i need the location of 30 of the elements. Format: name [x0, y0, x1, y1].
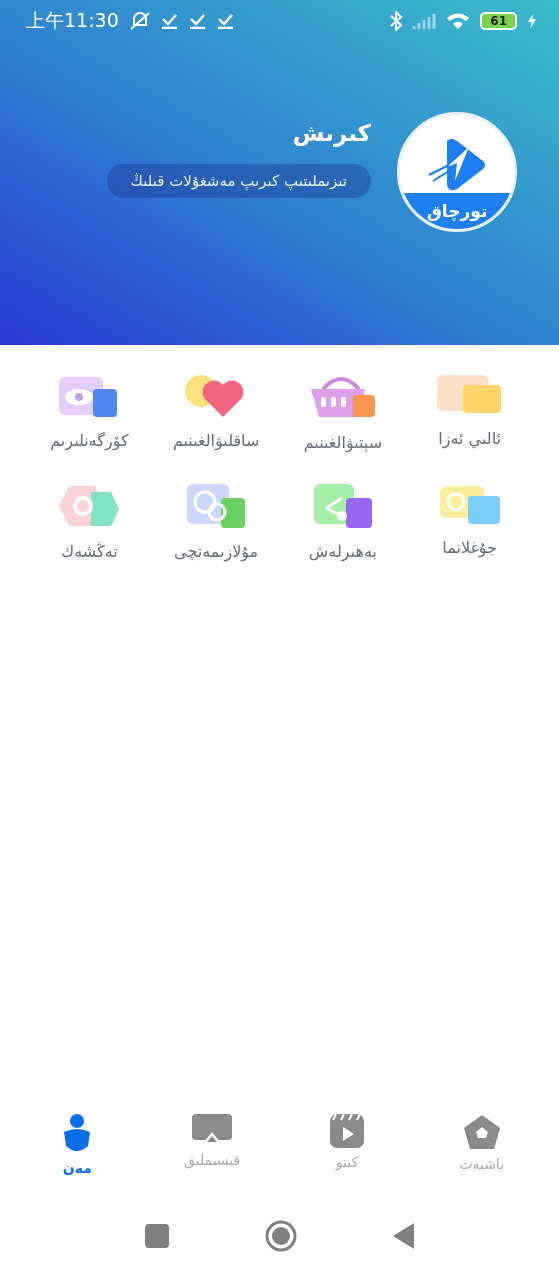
play-rocket-icon [427, 137, 487, 193]
check-icon [160, 13, 179, 29]
menu-label[interactable]: بەھىرلەش [308, 542, 377, 561]
person-icon [62, 1114, 93, 1154]
menu-label[interactable]: ئالىي ئەزا [438, 429, 501, 448]
logo-text: تورچاق [426, 201, 488, 221]
nav-tab[interactable]: مەن [10, 1100, 145, 1200]
wifi-icon [446, 12, 471, 30]
login-title[interactable]: كىرىش [292, 120, 371, 146]
home-button-icon[interactable] [264, 1220, 297, 1252]
menu-label[interactable]: جۇغلانما [442, 538, 497, 557]
menu-label[interactable]: كۆرگەنلىرىم [50, 431, 129, 450]
recent-apps-icon[interactable] [144, 1224, 169, 1248]
menu-label[interactable]: مۇلازىمەتچى [174, 542, 259, 561]
check-icon [216, 13, 235, 29]
battery-level: 61 [480, 12, 517, 30]
signal-icon [412, 13, 437, 29]
clapperboard-icon [329, 1114, 364, 1148]
check-icon [188, 13, 207, 29]
share-icon [311, 482, 374, 530]
status-time: 上午11:30 [26, 8, 119, 33]
menu-label[interactable]: ساقلىۋالغىنىم [172, 431, 260, 450]
back-icon[interactable] [392, 1223, 415, 1249]
home-icon [462, 1114, 501, 1150]
charging-icon [527, 13, 537, 29]
menu-label[interactable]: تەڭشەك [61, 542, 118, 561]
chat-icon [185, 482, 248, 530]
bluetooth-icon [390, 11, 403, 31]
login-prompt[interactable]: تىزىملىتىپ كىرىپ مەشغۇلات قىلىڭ [106, 164, 371, 198]
menu-label[interactable]: سېتىۋالغىنىم [303, 433, 383, 452]
